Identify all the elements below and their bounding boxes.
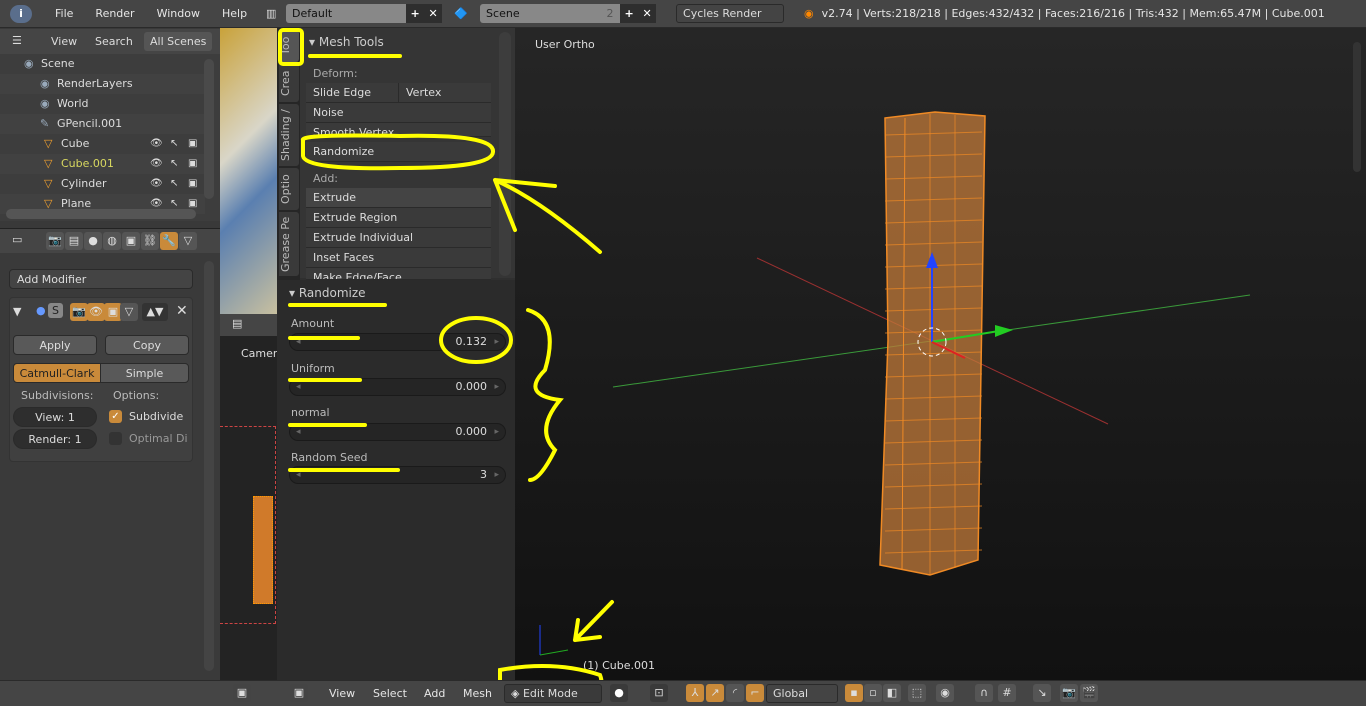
shading-select-icon[interactable]: ● <box>610 684 628 702</box>
render-image-icon[interactable]: 📷 <box>1060 684 1078 702</box>
menu-view[interactable]: View <box>329 687 355 700</box>
menu-mesh[interactable]: Mesh <box>463 687 492 700</box>
snap-element-icon[interactable]: # <box>998 684 1016 702</box>
scale-manipulator-icon[interactable]: ⌐ <box>746 684 764 702</box>
mode-select[interactable]: ◈ Edit Mode <box>504 684 602 703</box>
limit-selection-icon[interactable]: ⬚ <box>908 684 926 702</box>
orientation-select[interactable]: Global <box>766 684 838 703</box>
vertex-select-icon[interactable]: ▪ <box>845 684 863 702</box>
editor-type-icon[interactable]: ▣ <box>290 684 308 702</box>
face-select-icon[interactable]: ◧ <box>883 684 901 702</box>
rotate-manipulator-icon[interactable]: ◜ <box>726 684 744 702</box>
translate-manipulator-icon[interactable]: ↗ <box>706 684 724 702</box>
snap-toggle-icon[interactable]: ∩ <box>975 684 993 702</box>
manipulator-toggle-icon[interactable]: ⅄ <box>686 684 704 702</box>
viewport-overlay <box>278 28 1251 706</box>
pivot-select-icon[interactable]: ⊡ <box>650 684 668 702</box>
opengl-render-icon[interactable]: ↘ <box>1033 684 1051 702</box>
menu-select[interactable]: Select <box>373 687 407 700</box>
edge-select-icon[interactable]: ▫ <box>864 684 882 702</box>
proportional-edit-icon[interactable]: ◉ <box>936 684 954 702</box>
left-editor-type-icon[interactable]: ▣ <box>233 684 251 702</box>
annotation-marks <box>278 28 614 706</box>
menu-add[interactable]: Add <box>424 687 445 700</box>
3d-view-header: ▣ ▣ View Select Add Mesh ◈ Edit Mode ● ⊡… <box>0 680 1366 706</box>
mesh-cube <box>879 111 986 576</box>
render-animation-icon[interactable]: 🎬 <box>1080 684 1098 702</box>
